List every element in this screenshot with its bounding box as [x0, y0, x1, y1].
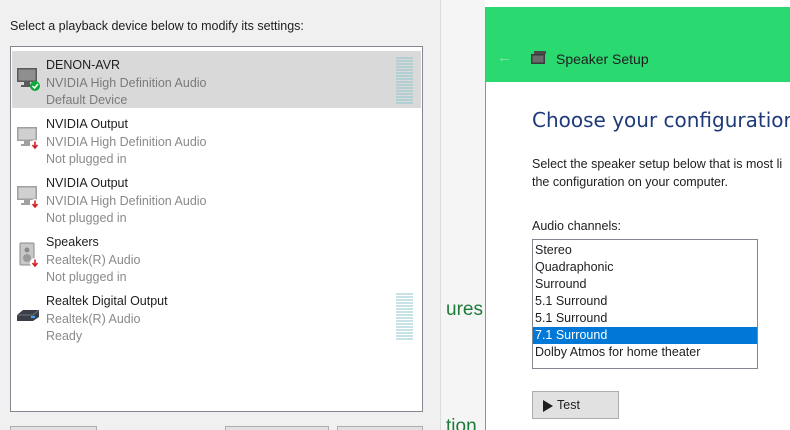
properties-button[interactable]: [337, 426, 423, 430]
device-name: Realtek Digital Output: [46, 294, 168, 308]
speaker-setup-window: ← Speaker Setup Choose your configuratio…: [485, 7, 790, 430]
set-default-button[interactable]: [225, 426, 329, 430]
speaker-setup-icon: [531, 51, 546, 64]
play-icon: [543, 400, 553, 412]
setup-header: ← Speaker Setup: [486, 7, 790, 82]
channel-option-5-1-surround[interactable]: 5.1 Surround: [533, 293, 757, 310]
description-text: Select the speaker setup below that is m…: [532, 155, 790, 191]
device-item-realtek-digital-output[interactable]: Realtek Digital Output Realtek(R) Audio …: [12, 287, 421, 344]
channel-option-surround[interactable]: Surround: [533, 276, 757, 293]
background-text-fragment: ures: [446, 299, 483, 320]
device-name: NVIDIA Output: [46, 176, 128, 190]
playback-devices-panel: Select a playback device below to modify…: [0, 0, 440, 430]
channel-option-5-1-surround[interactable]: 5.1 Surround: [533, 310, 757, 327]
volume-level-meter: [396, 293, 413, 341]
test-button[interactable]: Test: [532, 391, 619, 419]
device-item-denon-avr[interactable]: DENON-AVR NVIDIA High Definition Audio D…: [12, 51, 421, 108]
device-status: Default Device: [46, 93, 128, 107]
audio-channels-listbox[interactable]: Stereo Quadraphonic Surround 5.1 Surroun…: [532, 239, 758, 369]
playback-device-list[interactable]: DENON-AVR NVIDIA High Definition Audio D…: [10, 46, 423, 412]
page-heading: Choose your configuration: [532, 108, 790, 132]
device-driver: NVIDIA High Definition Audio: [46, 134, 207, 149]
instruction-text: Select a playback device below to modify…: [10, 19, 304, 33]
channel-option-quadraphonic[interactable]: Quadraphonic: [533, 259, 757, 276]
device-item-nvidia-output-1[interactable]: NVIDIA Output NVIDIA High Definition Aud…: [12, 110, 421, 167]
device-item-speakers[interactable]: Speakers Realtek(R) Audio Not plugged in: [12, 228, 421, 285]
device-name: NVIDIA Output: [46, 117, 128, 131]
green-check-icon: [30, 81, 40, 91]
device-status: Ready: [46, 329, 83, 343]
digital-output-icon: [17, 309, 40, 321]
channel-option-dolby-atmos[interactable]: Dolby Atmos for home theater: [533, 344, 757, 361]
device-status: Not plugged in: [46, 152, 127, 166]
test-button-label: Test: [557, 398, 580, 412]
description-line: the configuration on your computer.: [532, 175, 728, 189]
device-name: DENON-AVR: [46, 58, 121, 72]
configure-button[interactable]: [10, 426, 97, 430]
speaker-icon: [19, 242, 40, 268]
background-window: [440, 0, 485, 430]
device-driver: NVIDIA High Definition Audio: [46, 75, 207, 90]
device-driver: Realtek(R) Audio: [46, 252, 141, 267]
window-title: Speaker Setup: [556, 51, 649, 67]
description-line: Select the speaker setup below that is m…: [532, 157, 783, 171]
background-text-fragment: tion: [446, 416, 477, 430]
device-driver: NVIDIA High Definition Audio: [46, 193, 207, 208]
device-name: Speakers: [46, 235, 99, 249]
device-item-nvidia-output-2[interactable]: NVIDIA Output NVIDIA High Definition Aud…: [12, 169, 421, 226]
back-arrow-icon[interactable]: ←: [497, 49, 512, 66]
device-status: Not plugged in: [46, 211, 127, 225]
monitor-speaker-icon: [17, 127, 40, 150]
audio-channels-label: Audio channels:: [532, 219, 621, 233]
channel-option-stereo[interactable]: Stereo: [533, 242, 757, 259]
device-status: Not plugged in: [46, 270, 127, 284]
monitor-speaker-icon: [17, 186, 40, 209]
monitor-speaker-icon: [17, 68, 40, 91]
device-driver: Realtek(R) Audio: [46, 311, 141, 326]
channel-option-7-1-surround[interactable]: 7.1 Surround: [533, 327, 757, 344]
volume-level-meter: [396, 57, 413, 105]
